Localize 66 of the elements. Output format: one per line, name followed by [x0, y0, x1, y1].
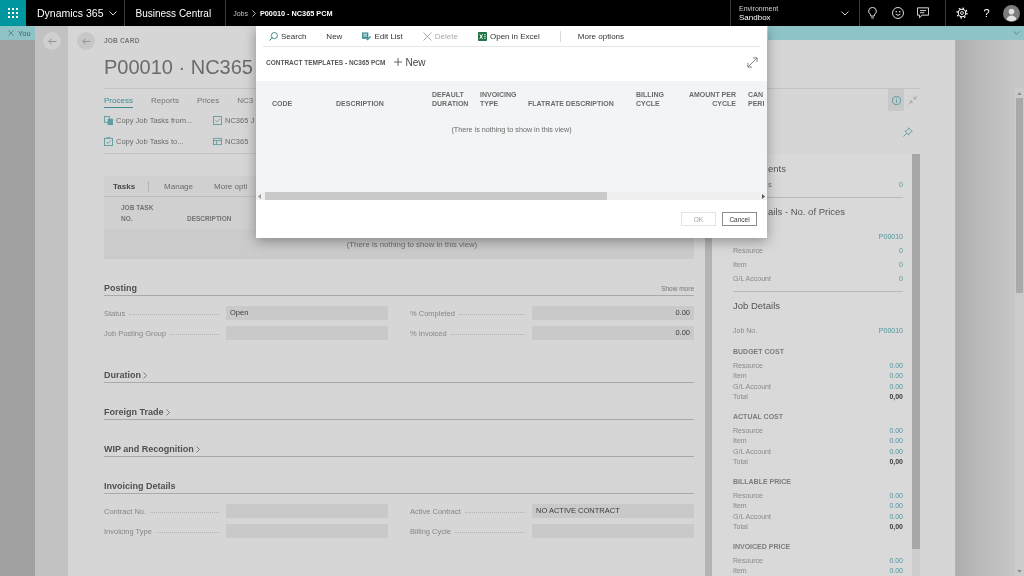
action-tab[interactable]: Prices	[196, 95, 220, 108]
section-header[interactable]: Posting	[104, 281, 137, 295]
edit-list-button[interactable]: Edit List	[362, 31, 403, 41]
action-tab[interactable]: NC3	[237, 95, 254, 108]
chevron-down-icon	[841, 10, 849, 16]
lightbulb-icon[interactable]	[868, 7, 877, 19]
product-menu-button[interactable]: Dynamics 365	[26, 0, 124, 26]
back-button[interactable]	[77, 32, 95, 50]
table-icon	[213, 137, 222, 146]
checklist-icon	[213, 116, 222, 125]
info-button[interactable]	[888, 89, 904, 111]
scrollbar-track[interactable]	[1015, 88, 1024, 576]
scrollbar-thumb[interactable]	[1016, 98, 1023, 293]
chevron-down-icon[interactable]	[1013, 31, 1020, 35]
documents-icon	[104, 116, 113, 125]
part-title[interactable]: Tasks	[113, 181, 136, 191]
search-button[interactable]: Search	[269, 31, 307, 41]
action-tab[interactable]: Process	[104, 95, 133, 108]
section-header[interactable]: Foreign Trade	[104, 405, 170, 419]
more-options-button[interactable]: More options	[577, 31, 625, 41]
factbox-title: ails - No. of Prices	[768, 205, 846, 219]
arrow-left-icon	[47, 37, 57, 45]
search-icon	[269, 31, 278, 41]
chevron-right-icon	[165, 408, 170, 416]
scroll-right-icon[interactable]	[762, 193, 765, 199]
scrollbar-thumb[interactable]	[265, 192, 607, 200]
section-header[interactable]: Duration	[104, 368, 147, 382]
close-icon[interactable]	[8, 30, 14, 36]
feedback-icon[interactable]	[916, 7, 929, 19]
open-in-excel-button[interactable]: Open in Excel	[477, 31, 540, 41]
smiley-icon[interactable]	[891, 7, 904, 19]
edit-list-icon	[362, 31, 372, 41]
back-button[interactable]	[43, 32, 61, 50]
scroll-up-icon[interactable]	[1017, 92, 1022, 95]
expand-icon[interactable]	[747, 56, 758, 68]
scroll-left-icon[interactable]	[258, 193, 261, 199]
product-name[interactable]: Business Central	[135, 7, 212, 19]
chevron-down-icon	[108, 10, 117, 16]
chevron-right-icon	[251, 9, 256, 17]
pin-icon[interactable]	[903, 127, 913, 137]
clipboard-check-icon	[104, 137, 113, 146]
avatar-icon[interactable]	[1003, 4, 1020, 22]
factbox-title: Job Details	[733, 299, 780, 313]
section-header[interactable]: Invoicing Details	[104, 479, 176, 493]
arrow-left-icon	[81, 37, 91, 45]
part-menu-item[interactable]: More opti	[214, 181, 248, 191]
section-header[interactable]: WIP and Recognition	[104, 442, 200, 456]
app-launcher-button[interactable]	[0, 0, 26, 26]
collapse-icon[interactable]	[908, 95, 918, 105]
page-title: P00010 · NC365	[104, 55, 253, 79]
waffle-icon	[8, 8, 18, 18]
chevron-right-icon	[143, 371, 147, 379]
plus-icon	[394, 58, 403, 66]
chevron-right-icon	[195, 445, 200, 453]
scroll-down-icon[interactable]	[1017, 570, 1022, 573]
new-record-button[interactable]: New	[394, 56, 426, 68]
help-button[interactable]: ?	[974, 0, 999, 26]
delete-icon	[422, 31, 432, 41]
excel-icon	[477, 31, 487, 41]
part-menu-item[interactable]: Manage	[164, 181, 193, 191]
action-tab[interactable]: Reports	[150, 95, 179, 108]
factbox-title: ents	[768, 162, 786, 176]
scrollbar-track[interactable]	[256, 192, 767, 200]
new-button[interactable]: New	[326, 31, 343, 41]
settings-icon[interactable]	[955, 7, 968, 19]
info-icon	[891, 95, 901, 105]
